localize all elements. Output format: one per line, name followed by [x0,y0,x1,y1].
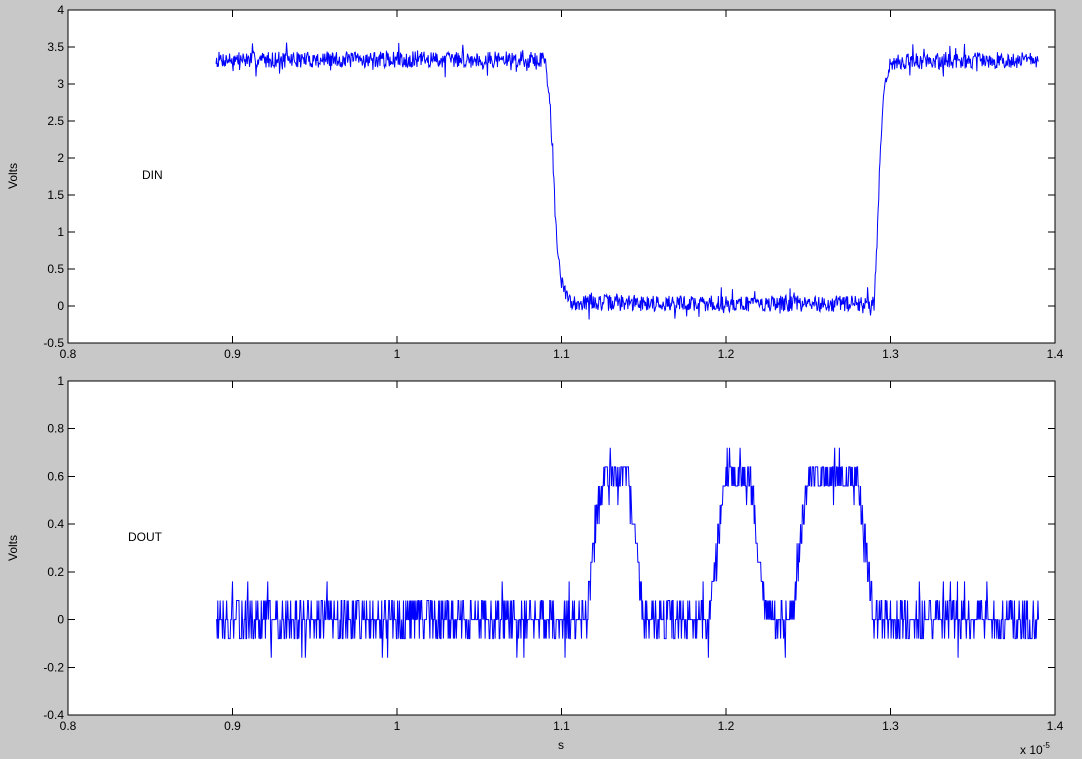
din-x-tick-label: 1.3 [882,347,899,361]
dout-y-tick-label: 0.8 [47,422,64,436]
din-x-tick-label: 1 [394,347,401,361]
dout-plot-area [67,380,1056,716]
din-x-tick-label: 1.4 [1047,347,1064,361]
din-annotation: DIN [142,168,163,182]
x-exponent-label: x 10-5 [1020,741,1050,757]
dout-y-tick-label: 0 [57,613,64,627]
dout-axes: 0.8 0.9 1 1.1 1.2 1.3 1.4 -0.4-0.200.20.40.60.… [6,374,1064,757]
din-x-tick-label: 0.9 [224,347,241,361]
figure: 0.8 0.9 1 1.1 1.2 1.3 1.4 -0.5 0 0.5 1 1.5 2 2.5 3 3.5… [6,3,1064,757]
din-y-tick-label: -0.5 [43,336,64,350]
dout-x-tick-label: 1.3 [882,719,899,733]
dout-y-tick-label: -0.4 [43,708,64,722]
din-y-tick-label: 3.5 [47,40,64,54]
dout-annotation: DOUT [128,530,163,544]
dout-x-tick-label: 1.1 [553,719,570,733]
dout-x-tick-label: 1.2 [718,719,735,733]
x-exponent-power: -5 [1043,741,1051,750]
x-exponent-prefix: x 10 [1020,743,1043,757]
din-y-tick-label: 2 [57,151,64,165]
dout-x-axis-label: s [558,738,564,752]
dout-y-tick-label: 1 [57,374,64,388]
dout-y-tick-label: 0.6 [47,469,64,483]
dout-y-axis-label: Volts [6,535,20,561]
din-y-tick-label: 2.5 [47,114,64,128]
dout-y-tick-label: -0.2 [43,660,64,674]
din-y-tick-label: 1.5 [47,188,64,202]
din-axes: 0.8 0.9 1 1.1 1.2 1.3 1.4 -0.500.511.522.533.5… [6,3,1064,361]
din-x-tick-label: 1.1 [553,347,570,361]
dout-x-tick-label: 1 [394,719,401,733]
din-y-tick-label: 1 [57,225,64,239]
dout-y-tick-label: 0.4 [47,517,64,531]
din-y-tick-label: 4 [57,3,64,17]
din-y-tick-label: 0.5 [47,262,64,276]
din-y-tick-label: 3 [57,77,64,91]
din-x-tick-label: 1.2 [718,347,735,361]
dout-y-tick-label: 0.2 [47,565,64,579]
din-y-axis-label: Volts [6,163,20,189]
dout-x-tick-label: 0.9 [224,719,241,733]
din-y-tick-label: 0 [57,299,64,313]
dout-x-tick-label: 1.4 [1047,719,1064,733]
